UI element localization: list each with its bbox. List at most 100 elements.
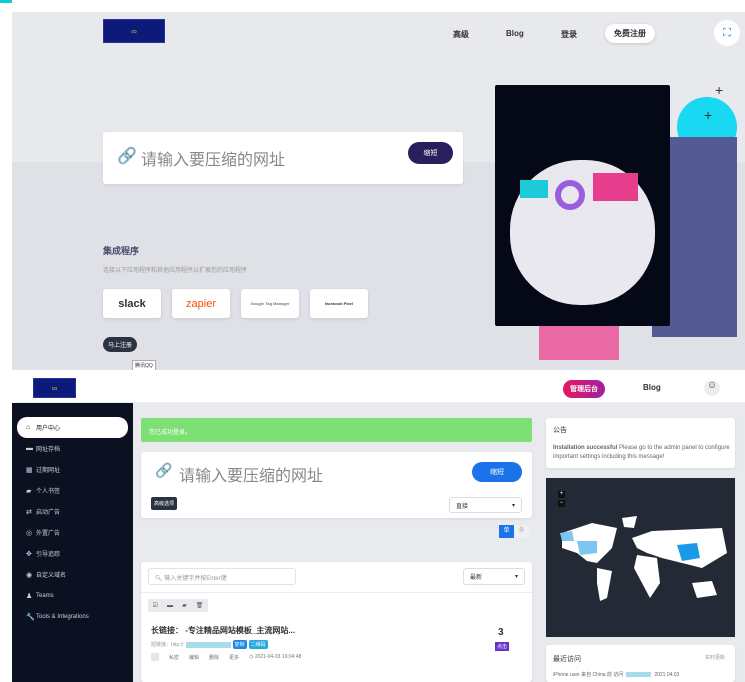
copy-button[interactable]: 复制: [232, 640, 247, 649]
live-update-label: 实时更新: [705, 655, 726, 661]
sidebar-item-label: 启动广告: [36, 510, 61, 516]
nav-pricing[interactable]: 高级: [453, 29, 469, 40]
link-actions: 私密 编辑 删除 更多 ◷ 2021-04-03 16:04:48: [151, 653, 301, 661]
decor-plus: +: [715, 82, 724, 98]
links-search-input[interactable]: 🔍︎ 输入关键字并按Enter键: [148, 568, 296, 585]
announcement-bold: Installation successful: [553, 445, 618, 451]
target-icon: ◎: [26, 529, 33, 537]
illustration-donut: [555, 180, 585, 210]
multi-mode-toggle[interactable]: 多: [514, 525, 529, 538]
sidebar-item-label: 用户中心: [36, 426, 61, 432]
admin-button[interactable]: 管理后台: [563, 380, 605, 398]
illustration-panel: [520, 180, 548, 198]
sidebar-item-label: 外置广告: [36, 531, 61, 537]
dashboard-shorten-button[interactable]: 缩短: [472, 462, 522, 482]
bulk-toolbar: ☑ ▬ ▰ 🗑: [148, 599, 208, 612]
dashboard-logo[interactable]: ∞: [33, 378, 76, 398]
announcement-text: Installation successful Please go to the…: [553, 444, 731, 462]
visit-date: 2021.04.03: [654, 671, 680, 678]
long-url-title[interactable]: 长链接： -专注精品网站模板_主流网站...: [151, 625, 295, 636]
zapier-label: zapier: [186, 297, 216, 310]
advanced-options-button[interactable]: 高级选项: [151, 497, 178, 510]
sidebar-item-label: 网址存档: [36, 447, 61, 453]
clicks-label: 点击: [495, 642, 510, 651]
link-date: 2021-04-03 16:04:48: [254, 654, 302, 660]
sidebar-item-label: Tools & Integrations: [36, 613, 89, 620]
sidebar-item-domains[interactable]: ◉ 自定义域名: [17, 564, 128, 585]
sidebar-item-tools[interactable]: 🔧 Tools & Integrations: [17, 606, 128, 627]
recent-visit-entry: iPhone user 来自 China 前 访问 2021.04.03: [553, 671, 680, 679]
sidebar-item-label: 自定义域名: [36, 573, 67, 579]
delete-action[interactable]: 删除: [209, 654, 219, 661]
archive-icon[interactable]: ▬: [167, 603, 173, 609]
short-url[interactable]: 短链接：http://: [151, 641, 184, 648]
divider: [141, 592, 532, 593]
sidebar-item-label: 引导追踪: [36, 552, 61, 558]
slack-label: slack: [118, 297, 146, 310]
folder-icon: ▰: [26, 487, 32, 495]
select-checkbox[interactable]: [151, 653, 159, 661]
sidebar-item-label: 过期网址: [36, 468, 61, 474]
sidebar: ⌂ 用户中心 ▬ 网址存档 ▦ 过期网址 ▰ 个人书签 ⇄ 启动广告 ◎ 外置广告 ✥ 引导追…: [12, 403, 133, 682]
signup-button[interactable]: 马上注册: [103, 337, 138, 352]
site-logo[interactable]: ∞: [103, 19, 165, 43]
visitor-map[interactable]: + −: [546, 478, 735, 637]
redirect-type-select[interactable]: 直接 ▾: [449, 497, 522, 513]
sidebar-item-teams[interactable]: ♟ Teams: [17, 585, 128, 606]
dashboard-header: ∞ 管理后台 Blog ☺: [12, 375, 745, 403]
link-icon: 🔗: [155, 462, 173, 478]
landing-page: ∞ 高级 Blog 登录 免费注册 ⛶ 🔗 请输入要压缩的网址 缩短 集成程序 …: [12, 12, 745, 370]
decor-plus: +: [704, 107, 713, 123]
sidebar-item-user-center[interactable]: ⌂ 用户中心: [17, 417, 128, 438]
trash-icon[interactable]: 🗑: [196, 602, 204, 609]
dashboard-url-input[interactable]: 请输入要压缩的网址: [179, 462, 323, 486]
archive-icon: ▬: [26, 445, 33, 452]
fb-pixel-logo: facebook Pixel: [310, 289, 368, 318]
avatar[interactable]: ☺: [704, 380, 720, 396]
nav-blog[interactable]: Blog: [506, 29, 524, 38]
link-icon: 🔗: [117, 148, 137, 165]
checkbox-icon[interactable]: ☑: [153, 602, 158, 609]
sidebar-item-archive[interactable]: ▬ 网址存档: [17, 438, 128, 459]
sort-select[interactable]: 最新 ▾: [463, 568, 525, 585]
header-blog[interactable]: Blog: [643, 383, 661, 392]
tooltip: 腾讯QQ: [132, 360, 156, 370]
sidebar-item-splash[interactable]: ⇄ 启动广告: [17, 501, 128, 522]
announcement-title: 公告: [553, 427, 567, 434]
single-mode-toggle[interactable]: 单: [499, 525, 514, 538]
url-input[interactable]: 请输入要压缩的网址: [141, 146, 285, 170]
fb-pixel-label: facebook Pixel: [324, 301, 353, 306]
visit-text: iPhone user 来自 China 前 访问: [553, 672, 624, 678]
qr-button[interactable]: 二维码: [248, 640, 268, 649]
illustration-chart: [593, 173, 638, 201]
shorten-card: 🔗 请输入要压缩的网址 缩短: [103, 132, 463, 184]
edit-action[interactable]: 编辑: [189, 654, 199, 661]
search-placeholder: 输入关键字并按Enter键: [164, 576, 227, 582]
sidebar-item-expired[interactable]: ▦ 过期网址: [17, 459, 128, 480]
globe-icon: ◉: [26, 571, 33, 579]
caret-down-icon: ▾: [511, 502, 515, 509]
zoom-in-button[interactable]: +: [558, 491, 565, 498]
folder-icon[interactable]: ▰: [182, 602, 187, 609]
sidebar-item-overlay[interactable]: ◎ 外置广告: [17, 522, 128, 543]
sidebar-item-bookmarks[interactable]: ▰ 个人书签: [17, 480, 128, 501]
integrations-subtitle: 连接以下应用程序和其他应用程序以扩展您的应用程序: [103, 268, 248, 274]
links-card: 🔍︎ 输入关键字并按Enter键 最新 ▾ ☑ ▬ ▰ 🗑 长链接： -专注精品网站模板…: [141, 562, 532, 682]
shorten-button[interactable]: 缩短: [408, 142, 453, 164]
screenshot-icon[interactable]: ⛶: [714, 20, 740, 46]
private-action[interactable]: 私密: [169, 654, 179, 661]
click-count: 3: [498, 627, 504, 638]
nav-login[interactable]: 登录: [561, 29, 577, 40]
caret-down-icon: ▾: [514, 574, 518, 580]
home-icon: ⌂: [26, 424, 31, 431]
sidebar-item-pixels[interactable]: ✥ 引导追踪: [17, 543, 128, 564]
zapier-logo: zapier: [172, 289, 230, 318]
more-action[interactable]: 更多: [229, 654, 239, 661]
slack-logo: slack: [103, 289, 161, 318]
gtm-logo: Google Tag Manager: [241, 289, 299, 318]
top-accent: [0, 0, 12, 3]
redacted-url: [185, 641, 231, 648]
integrations-title: 集成程序: [103, 246, 140, 256]
nav-register[interactable]: 免费注册: [605, 24, 655, 43]
zoom-out-button[interactable]: −: [558, 500, 565, 507]
